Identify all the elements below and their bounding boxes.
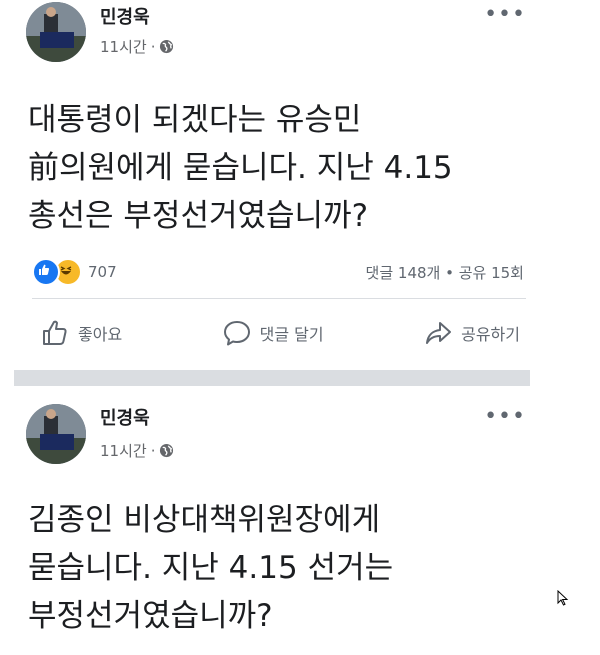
author-name[interactable]: 민경욱: [100, 3, 150, 29]
post-text-line: 김종인 비상대책위원장에게: [28, 502, 381, 538]
post-text-line: 묻습니다. 지난 4.15 선거는: [28, 550, 394, 586]
globe-icon: [160, 443, 174, 458]
share-label: 공유하기: [461, 325, 520, 344]
meta-separator: ·: [150, 37, 156, 56]
more-options-icon[interactable]: •••: [484, 2, 526, 27]
timestamp[interactable]: 11시간: [100, 36, 147, 57]
post-card: 민경욱 11시간 · ••• 김종인 비상대책위원장에게 묻습니다. 지난 4.…: [0, 386, 540, 655]
comment-share-stats[interactable]: 댓글 148개 • 공유 15회: [366, 262, 524, 283]
comment-label: 댓글 달기: [259, 325, 324, 344]
avatar[interactable]: [26, 404, 86, 464]
avatar-photo: [26, 404, 86, 464]
feed-separator: [14, 370, 530, 386]
reaction-count: 707: [88, 263, 117, 281]
post-text-line: 총선은 부정선거였습니까?: [28, 198, 369, 234]
post-text-line: 前의원에게 묻습니다. 지난 4.15: [28, 150, 453, 186]
thumbs-up-icon: [43, 320, 67, 345]
avatar-photo: [26, 2, 86, 62]
like-reaction-icon: [32, 258, 60, 286]
share-button[interactable]: 공유하기: [423, 318, 520, 348]
post-text-line: 부정선거였습니까?: [28, 598, 273, 634]
timestamp[interactable]: 11시간: [100, 440, 147, 461]
post-meta: 11시간 ·: [100, 36, 174, 57]
post-text: 대통령이 되겠다는 유승민 前의원에게 묻습니다. 지난 4.15 총선은 부정…: [28, 96, 500, 240]
post-text-line: 대통령이 되겠다는 유승민: [28, 102, 362, 138]
like-label: 좋아요: [78, 325, 123, 344]
post-actions: 좋아요 댓글 달기 공유하기: [40, 318, 520, 348]
divider: [32, 298, 526, 299]
comment-button[interactable]: 댓글 달기: [222, 318, 324, 348]
post-meta: 11시간 ·: [100, 440, 174, 461]
globe-icon: [160, 39, 174, 54]
like-button[interactable]: 좋아요: [40, 318, 122, 348]
mouse-cursor-icon: [557, 590, 569, 606]
post-text: 김종인 비상대책위원장에게 묻습니다. 지난 4.15 선거는 부정선거였습니까…: [28, 496, 500, 640]
meta-separator: ·: [150, 441, 156, 460]
share-icon: [426, 322, 452, 344]
more-options-icon[interactable]: •••: [484, 404, 526, 429]
post-card: 민경욱 11시간 · ••• 대통령이 되겠다는 유승민 前의원에게 묻습니다.…: [0, 0, 540, 368]
avatar[interactable]: [26, 2, 86, 62]
author-name[interactable]: 민경욱: [100, 404, 150, 430]
comment-icon: [223, 321, 250, 346]
reactions-summary[interactable]: 707: [32, 258, 117, 286]
